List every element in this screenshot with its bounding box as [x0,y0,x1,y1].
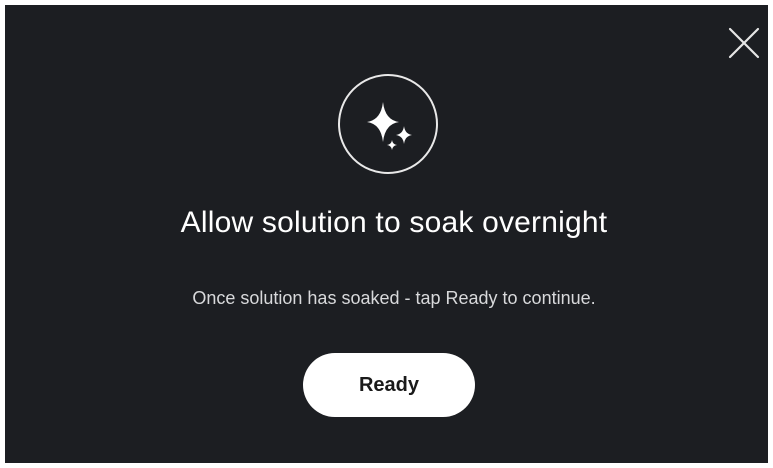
ready-button[interactable]: Ready [303,353,475,417]
soak-dialog: Allow solution to soak overnight Once so… [5,5,768,463]
sparkles-icon [367,102,412,150]
dialog-title: Allow solution to soak overnight [180,206,608,239]
close-button[interactable] [722,21,762,61]
sparkles-emblem [338,74,438,174]
close-icon [728,27,760,59]
dialog-message: Once solution has soaked - tap Ready to … [192,288,596,308]
